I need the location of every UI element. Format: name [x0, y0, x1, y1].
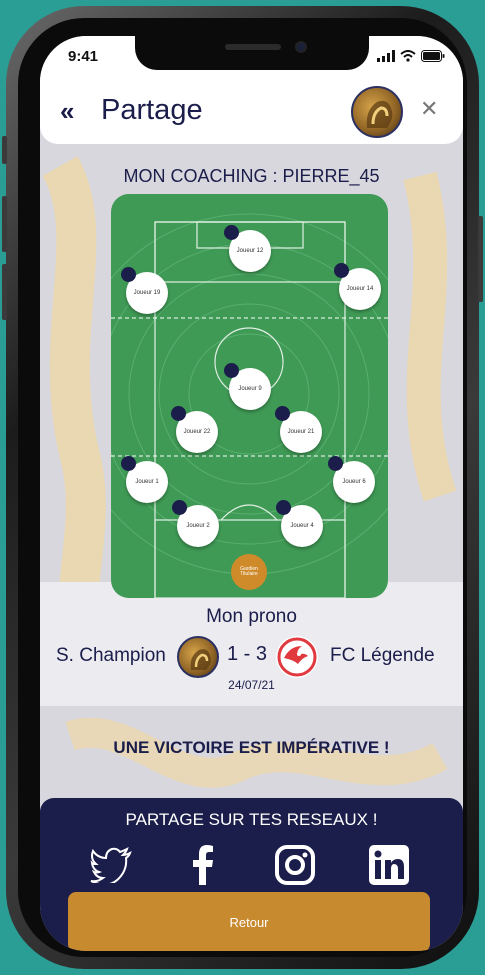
share-title: PARTAGE SUR TES RESEAUX ! — [125, 810, 378, 829]
goalkeeper-token[interactable]: Gardien Titulaire — [231, 554, 267, 590]
player-badge — [172, 500, 187, 515]
lion-logo-icon — [190, 649, 211, 670]
twitter-button[interactable] — [88, 842, 136, 888]
player-badge — [275, 406, 290, 421]
away-team-name: FC Légende — [330, 645, 435, 666]
player-badge — [171, 406, 186, 421]
notch — [135, 36, 369, 70]
instagram-button[interactable] — [271, 842, 319, 888]
phone-frame: 9:41 « Partage ✕ MON COACHING: PIERRE_4… — [2, 6, 483, 969]
volume-down-button — [2, 264, 7, 320]
player-badge — [276, 500, 291, 515]
player-name: Joueur 6 — [342, 479, 366, 485]
screen: 9:41 « Partage ✕ MON COACHING: PIERRE_4… — [40, 36, 463, 951]
player-name: Joueur 21 — [287, 429, 315, 435]
front-camera — [295, 41, 307, 53]
player-badge — [224, 225, 239, 240]
player-name: Joueur 1 — [135, 479, 159, 485]
player-name: Joueur 4 — [290, 523, 314, 529]
match-date: 24/07/21 — [228, 678, 275, 692]
lion-logo-icon — [366, 100, 393, 128]
home-team-name: S. Champion — [56, 645, 166, 666]
player-token[interactable]: Joueur 1 — [121, 456, 168, 503]
facebook-button[interactable] — [179, 842, 227, 888]
page-title: Partage — [101, 94, 203, 126]
player-badge — [328, 456, 343, 471]
hawk-logo-icon — [277, 637, 317, 677]
battery-icon — [421, 50, 445, 62]
club-avatar[interactable] — [351, 86, 403, 138]
retour-button[interactable]: Retour — [68, 892, 430, 951]
coaching-title: MON COACHING : PIERRE_45 — [123, 166, 380, 186]
mute-switch — [2, 136, 7, 164]
football-pitch: Joueur 12 Joueur 19 Joueur 14 Joueur 9 J… — [111, 194, 388, 598]
player-token[interactable]: Joueur 2 — [172, 500, 219, 547]
home-team-logo — [177, 636, 219, 678]
linkedin-button[interactable] — [365, 842, 413, 888]
player-token[interactable]: Joueur 12 — [224, 225, 271, 272]
player-name: Joueur 12 — [236, 248, 264, 254]
prono-title: Mon prono — [206, 606, 297, 627]
player-token[interactable]: Joueur 22 — [171, 406, 218, 453]
player-badge — [334, 263, 349, 278]
speaker — [225, 44, 281, 50]
back-button[interactable]: « — [60, 96, 74, 127]
player-badge — [121, 456, 136, 471]
close-button[interactable]: ✕ — [420, 96, 438, 122]
predicted-score: 1 - 3 — [227, 643, 268, 665]
social-links — [40, 842, 463, 890]
share-panel: PARTAGE SUR TES RESEAUX ! Retour — [40, 798, 463, 951]
player-name: Joueur 9 — [238, 386, 262, 392]
player-token[interactable]: Joueur 6 — [328, 456, 375, 503]
twitter-icon — [90, 847, 132, 883]
player-badge — [224, 363, 239, 378]
wifi-icon — [400, 50, 416, 62]
player-name: Joueur 2 — [186, 523, 210, 529]
instagram-icon — [275, 845, 315, 885]
status-icons — [377, 50, 445, 62]
status-bar: 9:41 — [40, 36, 463, 88]
player-name: Joueur 22 — [183, 429, 211, 435]
facebook-icon — [193, 845, 213, 885]
away-team-logo — [276, 636, 318, 678]
player-token[interactable]: Joueur 14 — [334, 263, 381, 310]
player-token[interactable]: Joueur 21 — [275, 406, 322, 453]
linkedin-icon — [369, 845, 409, 885]
player-token[interactable]: Joueur 19 — [121, 267, 168, 314]
player-token[interactable]: Joueur 9 — [224, 363, 271, 410]
player-token[interactable]: Joueur 4 — [276, 500, 323, 547]
player-name: Joueur 19 — [133, 290, 161, 296]
volume-up-button — [2, 196, 7, 252]
power-button — [478, 216, 483, 302]
player-name: Joueur 14 — [346, 286, 374, 292]
status-time: 9:41 — [68, 48, 99, 65]
signal-icon — [377, 50, 395, 62]
header: « Partage ✕ — [40, 86, 463, 144]
player-badge — [121, 267, 136, 282]
slogan: UNE VICTOIRE EST IMPÉRATIVE ! — [113, 738, 390, 757]
